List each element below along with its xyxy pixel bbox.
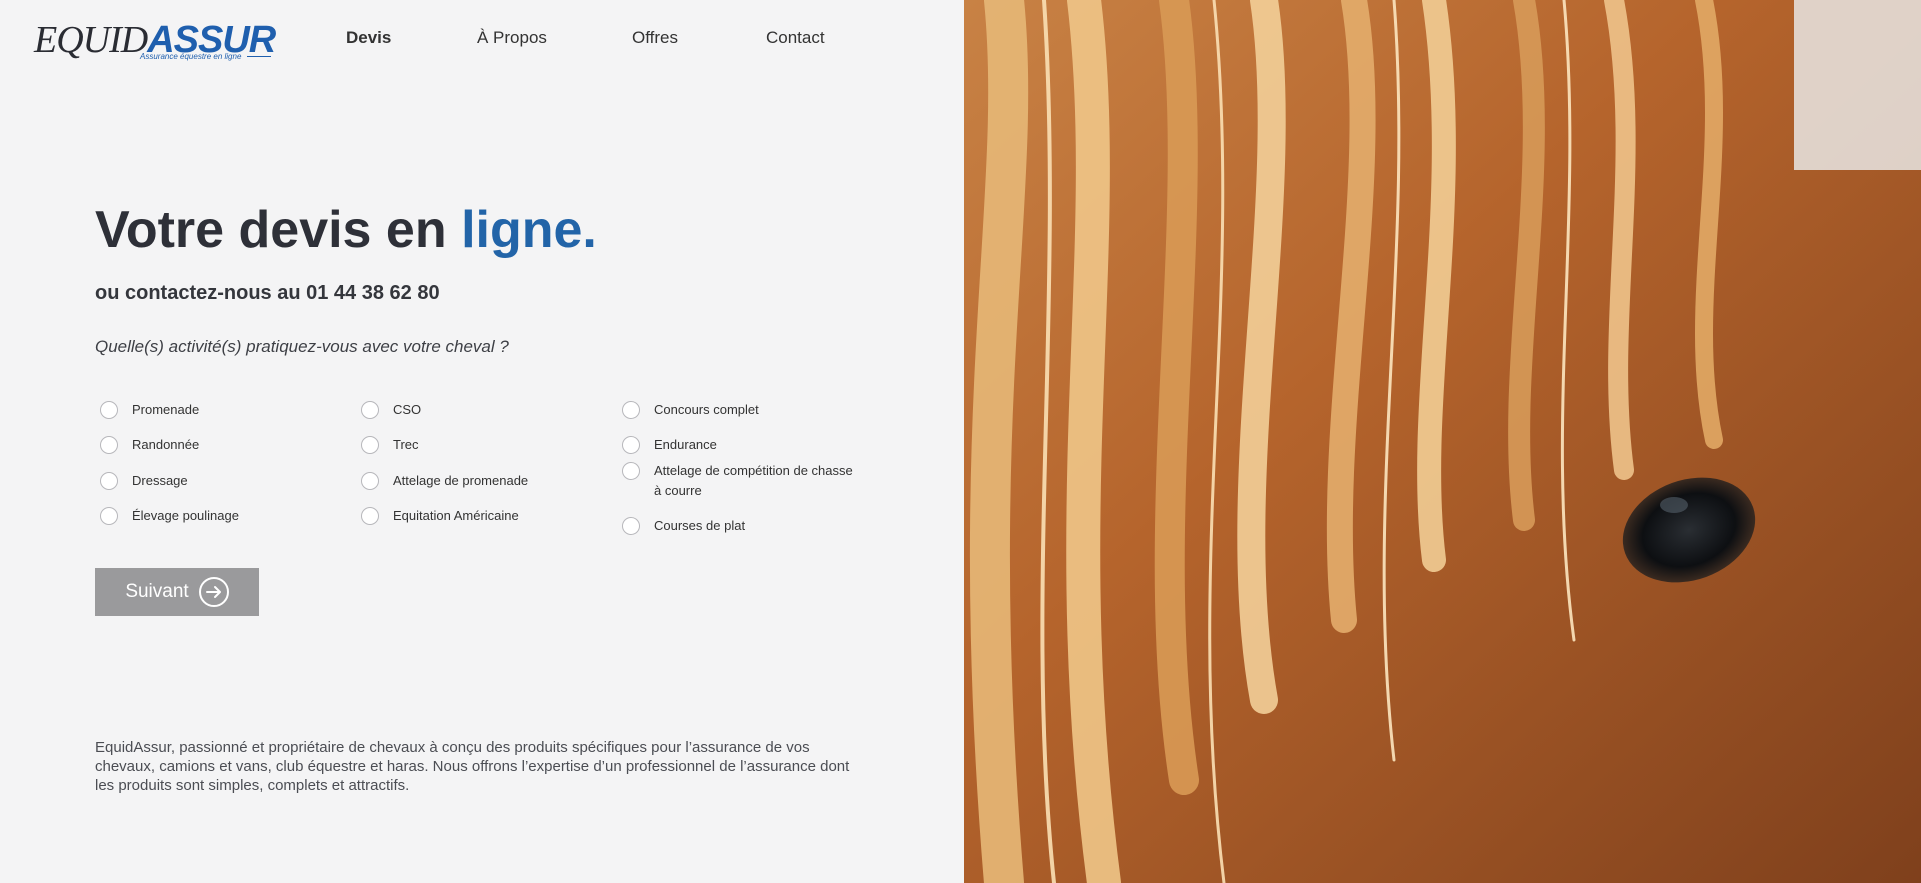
brand-logo[interactable]: EQUIDASSUR Assurance équestre en ligne [34, 18, 286, 66]
option-label: Equitation Américaine [393, 508, 519, 523]
option-label: Trec [393, 437, 419, 452]
option-label: Endurance [654, 437, 717, 452]
radio-button[interactable] [100, 436, 118, 454]
radio-button[interactable] [622, 462, 640, 480]
activity-option[interactable]: Attelage de compétition de chasse à courr… [622, 461, 853, 501]
nav-a-propos[interactable]: À Propos [477, 28, 547, 48]
left-panel: EQUIDASSUR Assurance équestre en ligne D… [0, 0, 964, 883]
option-label: Attelage de promenade [393, 473, 529, 488]
radio-button[interactable] [622, 401, 640, 419]
nav-contact[interactable]: Contact [766, 28, 825, 48]
page-title: Votre devis en ligne. [95, 201, 597, 259]
option-label: Promenade [132, 402, 200, 417]
activity-option[interactable]: Trec [361, 435, 419, 455]
option-label: Dressage [132, 473, 188, 488]
activity-option[interactable]: Concours complet [622, 400, 759, 420]
nav-devis[interactable]: Devis [346, 28, 391, 48]
radio-button[interactable] [622, 436, 640, 454]
about-text: EquidAssur, passionné et propriétaire de… [95, 739, 850, 794]
radio-button[interactable] [361, 436, 379, 454]
activity-option[interactable]: Attelage de promenade [361, 471, 528, 491]
radio-button[interactable] [100, 472, 118, 490]
option-label: Randonnée [132, 437, 200, 452]
option-label: Élevage poulinage [132, 508, 239, 523]
nav-offres[interactable]: Offres [632, 28, 678, 48]
option-label: Attelage de compétition de chasse à courr… [654, 463, 853, 498]
contact-phone-line: ou contactez-nous au 01 44 38 62 80 [95, 282, 440, 304]
hero-horse-image [964, 0, 1921, 883]
activity-question: Quelle(s) activité(s) pratiquez-vous ave… [95, 337, 509, 356]
radio-button[interactable] [100, 401, 118, 419]
next-button[interactable]: Suivant [95, 568, 259, 616]
activity-option[interactable]: Courses de plat [622, 516, 745, 536]
activity-option[interactable]: Randonnée [100, 435, 199, 455]
activity-option[interactable]: Promenade [100, 400, 199, 420]
activity-option[interactable]: CSO [361, 400, 421, 420]
radio-button[interactable] [361, 507, 379, 525]
activity-option[interactable]: Equitation Américaine [361, 506, 519, 526]
activity-option[interactable]: Dressage [100, 471, 188, 491]
radio-button[interactable] [622, 517, 640, 535]
activity-option[interactable]: Endurance [622, 435, 717, 455]
option-label: CSO [393, 402, 422, 417]
option-label: Courses de plat [654, 518, 746, 533]
option-label: Concours complet [654, 402, 759, 417]
horse-image-art [964, 0, 1921, 883]
arrow-right-circle-icon [198, 577, 229, 607]
radio-button[interactable] [361, 472, 379, 490]
logo-tagline: Assurance équestre en ligne [140, 52, 271, 61]
radio-button[interactable] [361, 401, 379, 419]
activity-option[interactable]: Élevage poulinage [100, 506, 239, 526]
radio-button[interactable] [100, 507, 118, 525]
next-button-label: Suivant [125, 581, 189, 602]
